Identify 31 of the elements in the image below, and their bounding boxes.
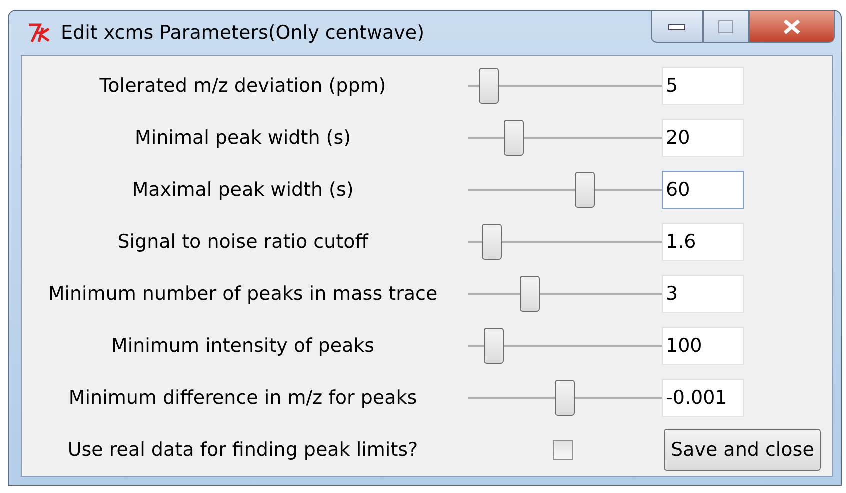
value-field[interactable]: 60	[662, 171, 744, 209]
slider-thumb[interactable]	[574, 172, 595, 208]
value-field[interactable]: 5	[662, 67, 744, 105]
value-field[interactable]: 1.6	[662, 223, 744, 261]
save-button[interactable]: Save and close	[664, 429, 822, 471]
close-button[interactable]	[749, 11, 835, 43]
slider-thumb[interactable]	[484, 328, 504, 364]
parameter-label: Signal to noise ratio cutoff	[116, 231, 370, 253]
option-label: Use real data for finding peak limits?	[66, 439, 420, 461]
slider-thumb[interactable]	[482, 224, 502, 260]
parameter-label: Minimal peak width (s)	[134, 127, 352, 149]
value-field[interactable]: -0.001	[662, 379, 744, 417]
slider-thumb[interactable]	[520, 276, 540, 312]
checkbox[interactable]	[553, 440, 573, 460]
maximize-button[interactable]	[703, 11, 749, 43]
slider-thumb[interactable]	[504, 120, 524, 156]
slider-thumb[interactable]	[478, 68, 499, 104]
maximize-icon	[718, 20, 734, 34]
close-icon	[782, 18, 802, 34]
parameter-label: Minimum number of peaks in mass trace	[47, 283, 439, 305]
minimize-button[interactable]	[651, 11, 703, 43]
parameter-label: Maximal peak width (s)	[131, 179, 355, 201]
parameter-label: Minimum difference in m/z for peaks	[68, 387, 418, 409]
minimize-icon	[668, 22, 686, 30]
value-field[interactable]: 3	[662, 275, 744, 313]
value-field[interactable]: 100	[662, 327, 744, 365]
window-title: Edit xcms Parameters(Only centwave)	[61, 22, 425, 44]
parameter-label: Tolerated m/z deviation (ppm)	[98, 75, 388, 97]
slider-thumb[interactable]	[555, 380, 576, 416]
value-field[interactable]: 20	[662, 119, 744, 157]
parameter-label: Minimum intensity of peaks	[110, 335, 376, 357]
